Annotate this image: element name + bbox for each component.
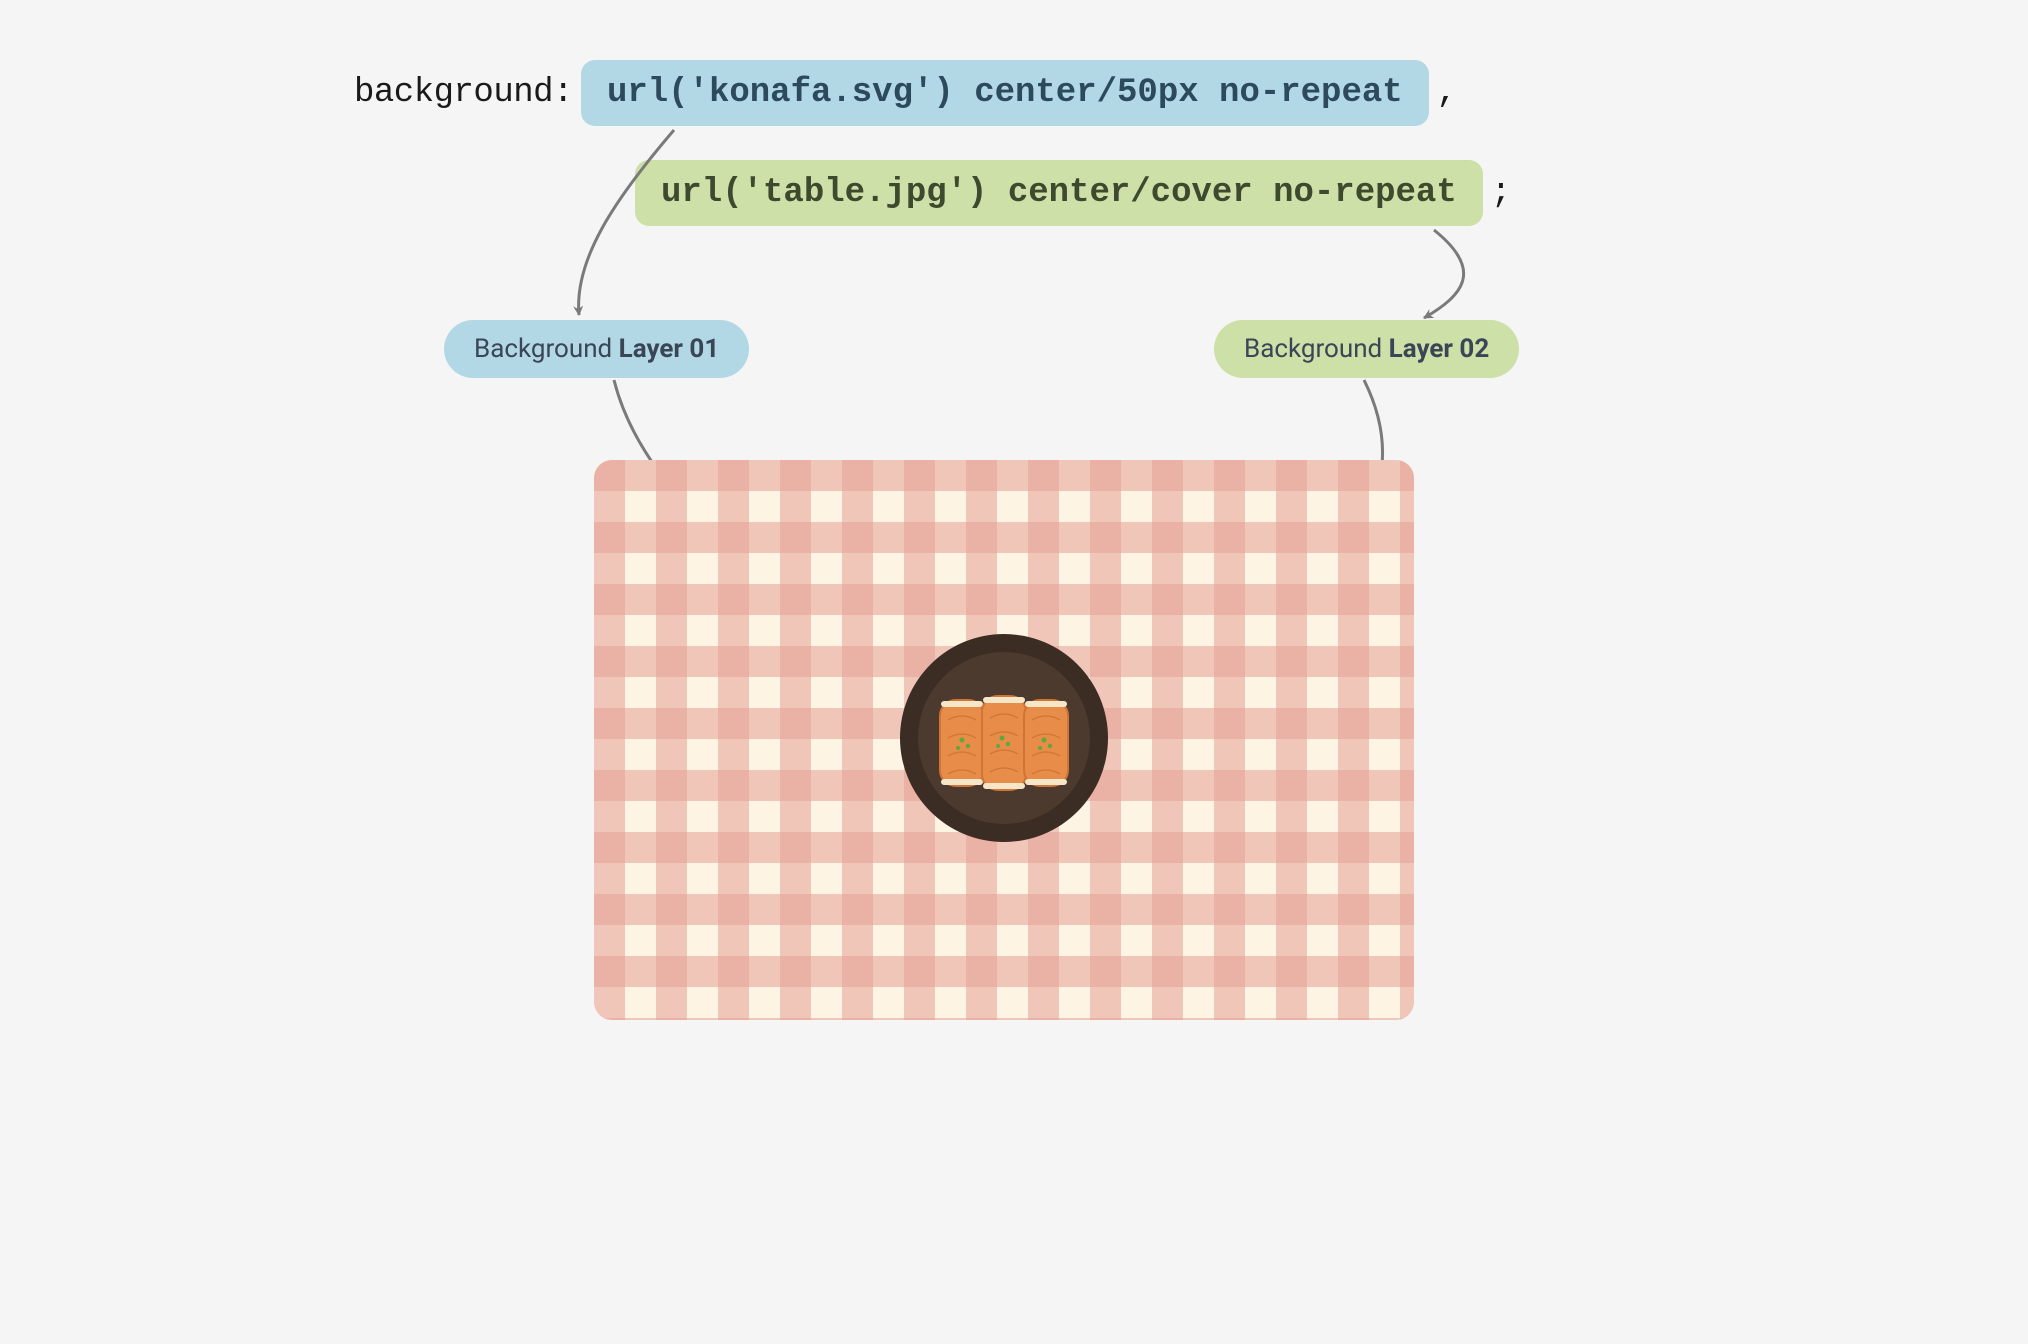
code-line-1: background: url('konafa.svg') center/50p… (354, 60, 1457, 126)
background-layer-2-value: url('table.jpg') center/cover no-repeat (635, 160, 1483, 226)
css-property: background: (354, 74, 573, 112)
konafa-plate-icon (894, 628, 1114, 852)
layer-2-badge: Background Layer 02 (1214, 320, 1519, 378)
badge-prefix: Background (474, 334, 619, 364)
badge-bold: Layer 02 (1389, 334, 1490, 364)
background-preview (594, 460, 1414, 1020)
arrow-layer2-to-badge (1424, 230, 1464, 318)
background-layer-1-value: url('konafa.svg') center/50px no-repeat (581, 60, 1429, 126)
badge-bold: Layer 01 (619, 334, 720, 364)
diagram-canvas: background: url('konafa.svg') center/50p… (314, 60, 1714, 1160)
comma-separator: , (1437, 74, 1457, 112)
badge-prefix: Background (1244, 334, 1389, 364)
semicolon-terminator: ; (1491, 174, 1511, 212)
layer-1-badge: Background Layer 01 (444, 320, 749, 378)
code-line-2: url('table.jpg') center/cover no-repeat … (635, 160, 1511, 226)
